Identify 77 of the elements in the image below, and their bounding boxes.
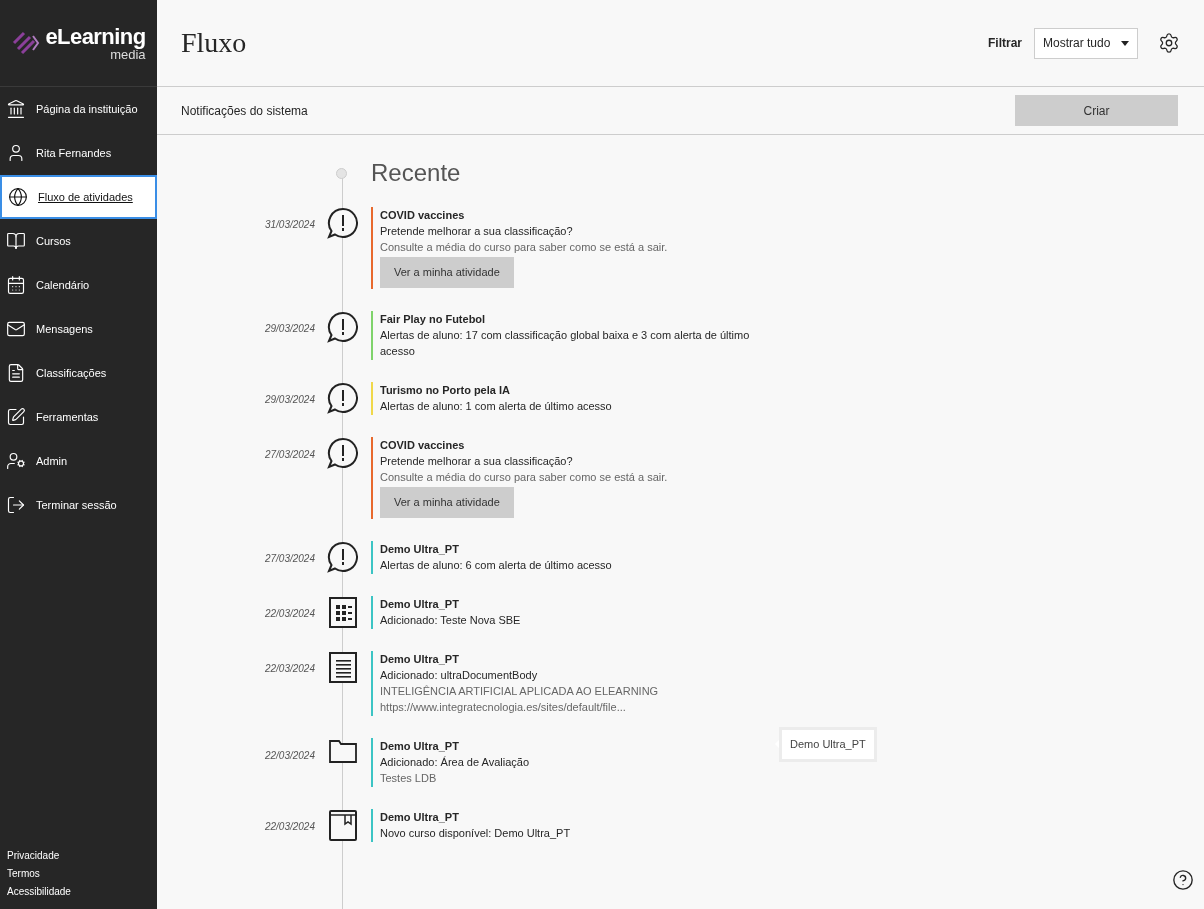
nav-item[interactable]: Classificações: [0, 351, 157, 395]
feed-date: 29/03/2024: [263, 322, 315, 336]
alert-bubble-icon: [327, 382, 359, 414]
filter-label: Filtrar: [988, 35, 1022, 52]
logo-name: eLearning: [45, 25, 146, 48]
feed-date: 22/03/2024: [263, 607, 315, 621]
nav-item[interactable]: Ferramentas: [0, 395, 157, 439]
logo-subtitle: media: [110, 47, 146, 61]
section-heading: Recente: [371, 158, 461, 188]
tooltip: Demo Ultra_PT: [782, 730, 874, 759]
nav-item[interactable]: Admin: [0, 439, 157, 483]
nav-item[interactable]: Terminar sessão: [0, 483, 157, 527]
footer-link[interactable]: Privacidade: [7, 848, 150, 863]
feed-title[interactable]: Demo Ultra_PT: [380, 597, 751, 612]
feed-title[interactable]: COVID vaccines: [380, 208, 751, 223]
alert-bubble-icon: [327, 311, 359, 343]
alert-bubble-icon: [327, 207, 359, 239]
nav-item[interactable]: Fluxo de atividades: [0, 175, 157, 219]
nav-item[interactable]: Calendário: [0, 263, 157, 307]
globe-icon: [8, 187, 28, 207]
feed-title[interactable]: Demo Ultra_PT: [380, 739, 751, 754]
alert-bubble-icon: [327, 437, 359, 469]
help-icon[interactable]: [1172, 869, 1194, 891]
feed-date: 22/03/2024: [263, 662, 315, 676]
feed-date: 22/03/2024: [263, 820, 315, 834]
feed-message: Adicionado: ultraDocumentBody: [380, 668, 539, 683]
page-title: Fluxo: [181, 26, 247, 60]
document-icon: [6, 363, 26, 383]
alert-bubble-icon: [327, 541, 359, 573]
book-icon: [6, 231, 26, 251]
feed-message: Alertas de aluno: 1 com alerta de último acesso: [380, 399, 613, 414]
feed-detail: INTELIGÊNCIA ARTIFICIAL APLICADA AO ELEARNING: [380, 684, 660, 699]
feed-date: 29/03/2024: [263, 393, 315, 407]
feed-date: 27/03/2024: [263, 448, 315, 462]
institution-icon: [6, 99, 26, 119]
feed-message: Alertas de aluno: 17 com classificação global baixa e 3 com alerta de último acesso: [380, 328, 751, 359]
create-button[interactable]: Criar: [1015, 95, 1178, 126]
test-document-icon: [328, 596, 358, 628]
edit-icon: [6, 407, 26, 427]
feed-detail: Testes LDB: [380, 771, 438, 786]
footer-link[interactable]: Termos: [7, 866, 150, 881]
feed-message: Pretende melhorar a sua classificação?: [380, 454, 574, 469]
nav-item[interactable]: Mensagens: [0, 307, 157, 351]
nav-item[interactable]: Cursos: [0, 219, 157, 263]
feed-title[interactable]: Demo Ultra_PT: [380, 810, 751, 825]
document-icon: [328, 651, 358, 683]
activity-button[interactable]: Ver a minha atividade: [380, 487, 514, 518]
feed-detail: Consulte a média do curso para saber como se está a sair.: [380, 240, 669, 255]
feed-message: Adicionado: Teste Nova SBE: [380, 613, 522, 628]
caret-icon: [1121, 40, 1129, 46]
mail-icon: [6, 319, 26, 339]
logout-icon: [6, 495, 26, 515]
feed-date: 31/03/2024: [263, 218, 315, 232]
feed-title[interactable]: Fair Play no Futebol: [380, 312, 751, 327]
feed-title[interactable]: Demo Ultra_PT: [380, 542, 751, 557]
feed-message: Pretende melhorar a sua classificação?: [380, 224, 574, 239]
feed-title[interactable]: Turismo no Porto pela IA: [380, 383, 751, 398]
feed-date: 22/03/2024: [263, 749, 315, 763]
nav-item[interactable]: Página da instituição: [0, 87, 157, 131]
feed-detail: https://www.integratecnologia.es/sites/default/file...: [380, 700, 627, 715]
feed-message: Alertas de aluno: 6 com alerta de último acesso: [380, 558, 613, 573]
calendar-icon: [6, 275, 26, 295]
book-icon: [328, 809, 358, 841]
feed-detail: Consulte a média do curso para saber como se está a sair.: [380, 470, 669, 485]
filter-dropdown[interactable]: Mostrar tudo: [1034, 27, 1138, 59]
feed-title[interactable]: Demo Ultra_PT: [380, 652, 751, 667]
feed-title[interactable]: COVID vaccines: [380, 438, 751, 453]
folder-icon: [328, 738, 358, 764]
feed-message: Novo curso disponível: Demo Ultra_PT: [380, 826, 572, 841]
nav-item[interactable]: Rita Fernandes: [0, 131, 157, 175]
feed-date: 27/03/2024: [263, 552, 315, 566]
activity-button[interactable]: Ver a minha atividade: [380, 257, 514, 288]
settings-icon[interactable]: [1158, 32, 1180, 54]
feed-message: Adicionado: Área de Avaliação: [380, 755, 530, 770]
footer-link[interactable]: Acessibilidade: [7, 884, 150, 899]
user-settings-icon: [6, 451, 26, 471]
notifications-label: Notificações do sistema: [181, 102, 308, 120]
